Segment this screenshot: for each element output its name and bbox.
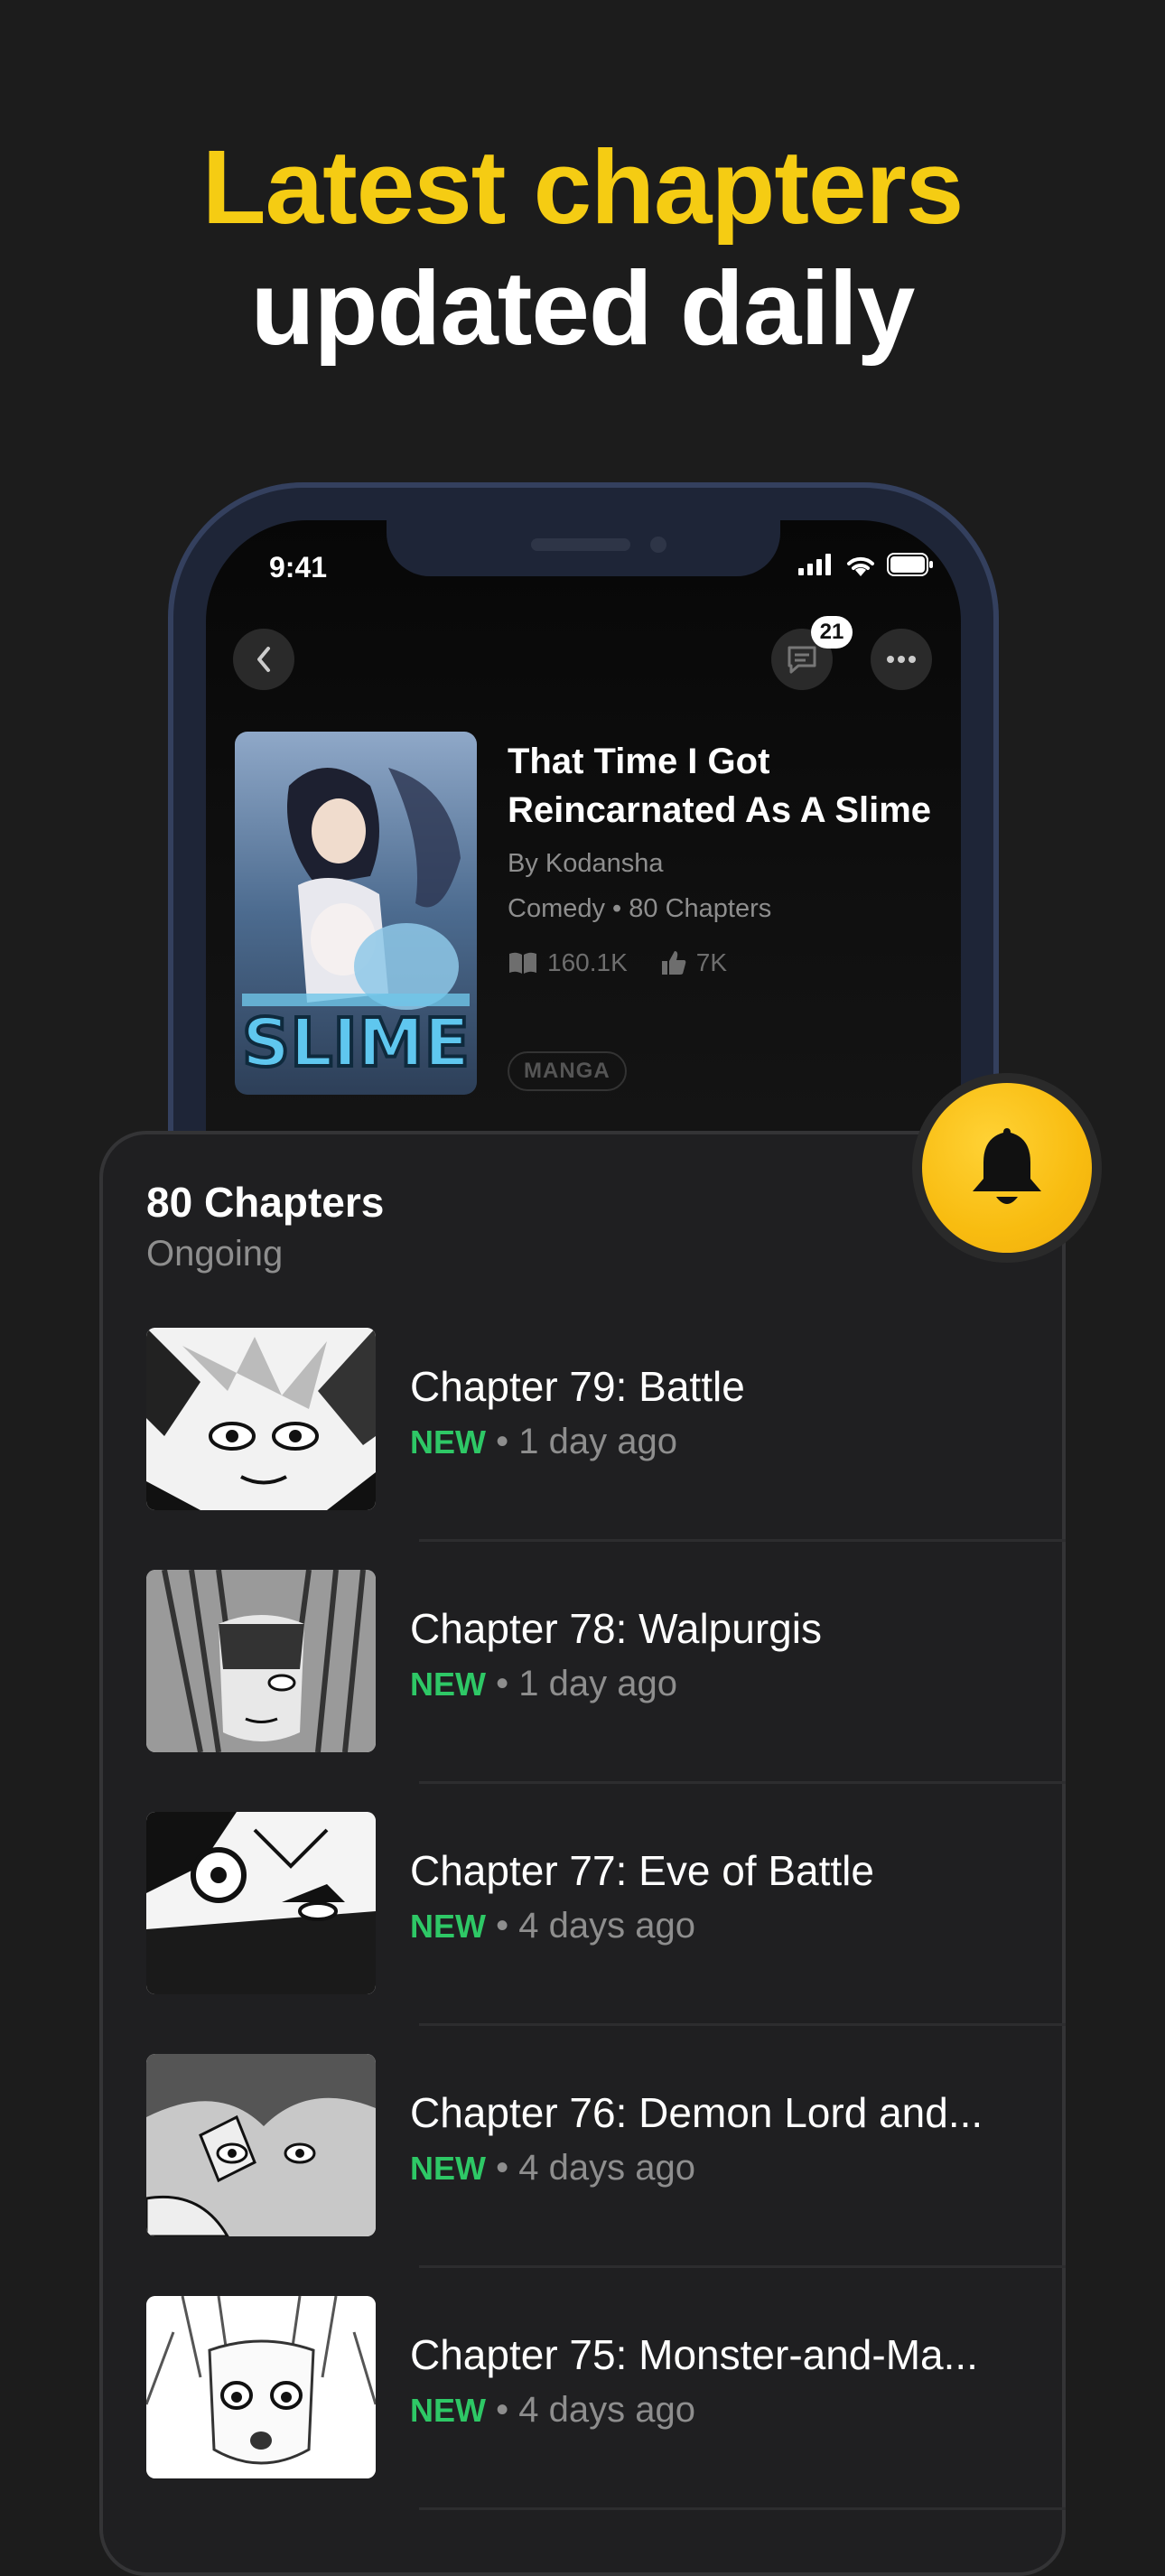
chapter-time: 1 day ago xyxy=(518,1422,677,1461)
thumbs-up-icon xyxy=(661,951,686,975)
new-badge: NEW xyxy=(410,2392,486,2429)
chapter-title: Chapter 76: Demon Lord and... xyxy=(410,2089,983,2136)
meta-separator: • xyxy=(496,1906,509,1946)
headline: Latest chapters updated daily xyxy=(0,126,1165,369)
svg-text:SLIME: SLIME xyxy=(242,1004,470,1082)
back-button[interactable] xyxy=(233,629,294,690)
chapter-meta: NEW • 4 days ago xyxy=(410,2390,695,2431)
manga-author[interactable]: By Kodansha xyxy=(508,849,664,879)
chapter-thumbnail xyxy=(146,2296,376,2478)
chapter-meta: NEW • 4 days ago xyxy=(410,1906,695,1946)
chapter-meta: NEW • 1 day ago xyxy=(410,1664,677,1704)
chapter-time: 1 day ago xyxy=(518,1664,677,1703)
likes-count: 7K xyxy=(695,948,727,976)
chapter-time: 4 days ago xyxy=(518,2390,695,2430)
chapter-time: 4 days ago xyxy=(518,1906,695,1946)
chapter-thumbnail xyxy=(146,2054,376,2236)
chapter-title: Chapter 78: Walpurgis xyxy=(410,1605,822,1652)
comments-button[interactable]: 21 xyxy=(771,616,853,690)
more-icon xyxy=(887,656,916,663)
headline-line-2: updated daily xyxy=(250,249,916,367)
chapter-thumbnail xyxy=(146,1328,376,1510)
manga-stats: 160.1K 7K xyxy=(508,948,727,977)
comment-icon xyxy=(788,646,816,674)
chapter-row[interactable]: Chapter 77: Eve of Battle NEW • 4 days a… xyxy=(146,1812,1066,2054)
more-button[interactable] xyxy=(871,629,932,690)
row-divider xyxy=(419,2265,1066,2268)
chapter-row[interactable]: Chapter 78: Walpurgis NEW • 1 day ago xyxy=(146,1570,1066,1812)
status-icons xyxy=(798,553,934,576)
meta-separator: • xyxy=(496,2390,509,2430)
meta-separator: • xyxy=(496,2148,509,2188)
chapter-title: Chapter 75: Monster-and-Ma... xyxy=(410,2331,978,2378)
phone-notch xyxy=(387,520,780,576)
chapter-row[interactable]: Chapter 79: Battle NEW • 1 day ago xyxy=(146,1328,1066,1570)
battery-icon xyxy=(887,553,933,576)
comment-count-badge: 21 xyxy=(811,616,853,649)
chapter-thumbnail xyxy=(146,1570,376,1752)
reads-count: 160.1K xyxy=(547,948,628,976)
meta-separator: • xyxy=(496,1422,509,1461)
chapter-row[interactable]: Chapter 75: Monster-and-Ma... NEW • 4 da… xyxy=(146,2296,1066,2538)
manga-type-tag: MANGA xyxy=(508,1051,627,1091)
chapters-count-title: 80 Chapters xyxy=(146,1179,385,1226)
cover-art: SLIME xyxy=(235,732,477,1095)
new-badge: NEW xyxy=(410,1908,486,1945)
chevron-left-icon xyxy=(257,647,270,672)
chapter-title: Chapter 79: Battle xyxy=(410,1363,745,1410)
row-divider xyxy=(419,1539,1066,1542)
row-divider xyxy=(419,2023,1066,2026)
meta-separator: • xyxy=(496,1664,509,1703)
chapter-thumbnail xyxy=(146,1812,376,1994)
bell-icon xyxy=(973,1128,1041,1204)
chapters-panel: 80 Chapters Ongoing Chapter 79: Battle N… xyxy=(99,1131,1066,2576)
chapter-title: Chapter 77: Eve of Battle xyxy=(410,1847,874,1894)
new-badge: NEW xyxy=(410,2150,486,2187)
chapter-time: 4 days ago xyxy=(518,2148,695,2188)
signal-icon xyxy=(798,554,831,575)
row-divider xyxy=(419,2507,1066,2510)
status-time: 9:41 xyxy=(269,551,328,583)
book-icon xyxy=(509,952,536,974)
subscribe-bell-button[interactable] xyxy=(912,1073,1102,1263)
chapter-row[interactable]: Chapter 76: Demon Lord and... NEW • 4 da… xyxy=(146,2054,1066,2296)
headline-line-1: Latest chapters xyxy=(201,128,964,246)
wifi-icon xyxy=(847,556,874,576)
manga-title: That Time I Got Reincarnated As A Slime xyxy=(508,742,932,830)
new-badge: NEW xyxy=(410,1423,486,1461)
manga-cover[interactable]: SLIME xyxy=(235,732,477,1095)
chapter-meta: NEW • 4 days ago xyxy=(410,2148,695,2189)
new-badge: NEW xyxy=(410,1666,486,1703)
row-divider xyxy=(419,1781,1066,1784)
series-status: Ongoing xyxy=(146,1234,284,1274)
chapter-meta: NEW • 1 day ago xyxy=(410,1422,677,1462)
manga-meta: Comedy • 80 Chapters xyxy=(508,894,772,923)
